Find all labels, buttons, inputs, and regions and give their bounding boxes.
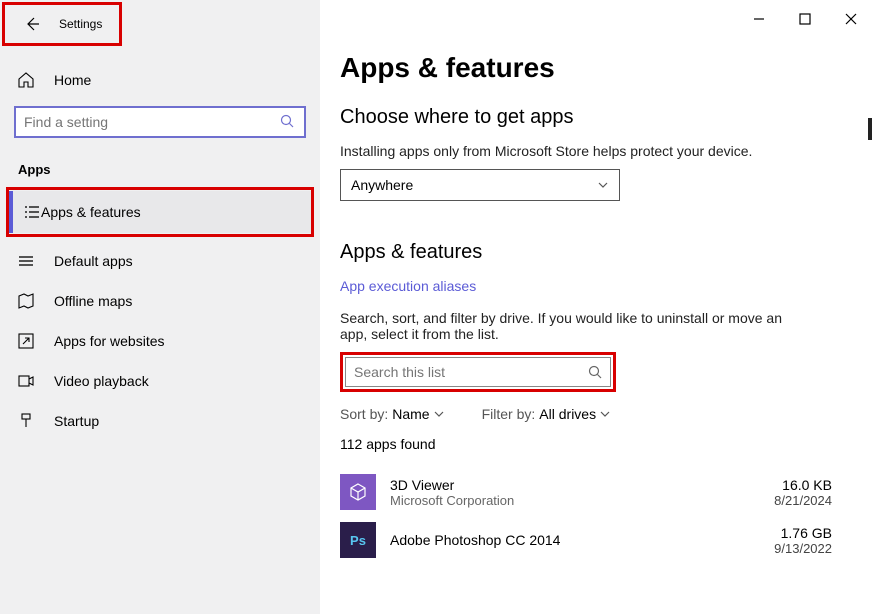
highlight-box: [340, 352, 616, 392]
sidebar-item-offline-maps[interactable]: Offline maps: [0, 281, 320, 321]
app-date: 9/13/2022: [774, 541, 832, 556]
sidebar-item-label: Video playback: [54, 373, 149, 389]
sidebar-item-apps-features[interactable]: Apps & features: [9, 191, 311, 233]
list-icon: [23, 203, 41, 221]
startup-icon: [16, 411, 36, 431]
chevron-down-icon: [600, 409, 610, 419]
sort-by[interactable]: Sort by: Name: [340, 406, 444, 422]
sidebar-item-default-apps[interactable]: Default apps: [0, 241, 320, 281]
sort-label: Sort by:: [340, 406, 388, 422]
search-icon: [280, 114, 296, 130]
get-apps-heading: Choose where to get apps: [340, 106, 832, 129]
sidebar-item-label: Home: [54, 72, 91, 88]
app-row[interactable]: Ps Adobe Photoshop CC 2014 1.76 GB 9/13/…: [340, 516, 832, 564]
highlight-box: Apps & features: [6, 187, 314, 237]
chevron-down-icon: [597, 179, 609, 191]
sidebar-item-label: Offline maps: [54, 293, 132, 309]
sort-filter-row: Sort by: Name Filter by: All drives: [340, 406, 832, 422]
apps-count: 112 apps found: [340, 436, 832, 452]
default-apps-icon: [16, 251, 36, 271]
sidebar-section-title: Apps: [0, 148, 320, 183]
sidebar-item-apps-websites[interactable]: Apps for websites: [0, 321, 320, 361]
scrollbar-thumb[interactable]: [868, 118, 872, 140]
app-publisher: Microsoft Corporation: [390, 493, 774, 508]
select-value: Anywhere: [351, 177, 413, 193]
app-size: 16.0 KB: [774, 477, 832, 493]
settings-search[interactable]: [14, 106, 306, 138]
external-icon: [16, 331, 36, 351]
header-back-region: Settings: [2, 2, 122, 46]
main-content: Apps & features Choose where to get apps…: [320, 0, 872, 614]
aliases-link[interactable]: App execution aliases: [340, 278, 476, 294]
app-name: Adobe Photoshop CC 2014: [390, 532, 774, 548]
app-icon: Ps: [340, 522, 376, 558]
sidebar-item-label: Default apps: [54, 253, 133, 269]
app-size: 1.76 GB: [774, 525, 832, 541]
sidebar-item-startup[interactable]: Startup: [0, 401, 320, 441]
apps-search-input[interactable]: [354, 364, 588, 380]
map-icon: [16, 291, 36, 311]
filter-label: Filter by:: [482, 406, 536, 422]
sidebar-item-video-playback[interactable]: Video playback: [0, 361, 320, 401]
sidebar-item-label: Apps & features: [41, 204, 141, 220]
app-row[interactable]: 3D Viewer Microsoft Corporation 16.0 KB …: [340, 468, 832, 516]
video-icon: [16, 371, 36, 391]
minimize-button[interactable]: [750, 10, 768, 28]
sort-value: Name: [392, 406, 429, 422]
list-desc: Search, sort, and filter by drive. If yo…: [340, 310, 800, 342]
search-icon: [588, 365, 602, 379]
app-name: 3D Viewer: [390, 477, 774, 493]
sidebar-item-label: Startup: [54, 413, 99, 429]
app-date: 8/21/2024: [774, 493, 832, 508]
apps-section-heading: Apps & features: [340, 241, 832, 264]
sidebar: Settings Home Apps Apps & features Defau…: [0, 0, 320, 614]
maximize-button[interactable]: [796, 10, 814, 28]
page-title: Apps & features: [340, 52, 832, 84]
get-apps-desc: Installing apps only from Microsoft Stor…: [340, 143, 832, 159]
back-icon[interactable]: [23, 15, 41, 33]
filter-value: All drives: [539, 406, 596, 422]
window-title: Settings: [59, 17, 102, 31]
apps-search[interactable]: [345, 357, 611, 387]
sidebar-item-label: Apps for websites: [54, 333, 165, 349]
home-icon: [16, 70, 36, 90]
window-controls: [750, 10, 860, 28]
search-wrap: [14, 106, 306, 138]
search-input[interactable]: [24, 114, 280, 130]
sidebar-item-home[interactable]: Home: [0, 60, 320, 100]
filter-by[interactable]: Filter by: All drives: [482, 406, 610, 422]
get-apps-select[interactable]: Anywhere: [340, 169, 620, 201]
chevron-down-icon: [434, 409, 444, 419]
close-button[interactable]: [842, 10, 860, 28]
app-icon: [340, 474, 376, 510]
